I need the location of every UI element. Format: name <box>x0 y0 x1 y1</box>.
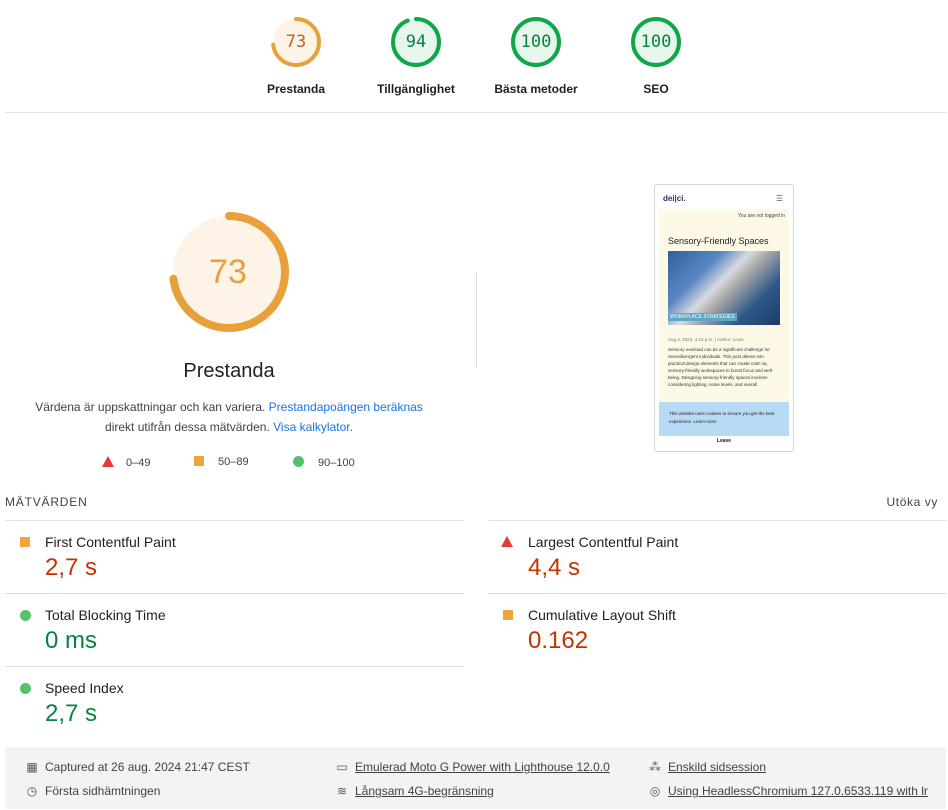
gauge-score: 100 <box>640 32 672 52</box>
gauge-score: 94 <box>405 32 427 52</box>
metric-speed-index[interactable]: Speed Index 2,7 s <box>5 680 464 736</box>
preview-login-status: You are not logged in <box>737 213 785 219</box>
session-text[interactable]: Enskild sidsession <box>668 760 766 774</box>
square-icon <box>20 537 30 547</box>
metrics-divider <box>5 666 464 667</box>
first-load: ◷ Första sidhämtningen <box>25 784 161 798</box>
metric-value: 4,4 s <box>528 554 581 581</box>
metric-name: First Contentful Paint <box>45 534 176 550</box>
performance-score: 73 <box>209 253 247 291</box>
legend-label: 90–100 <box>318 457 355 469</box>
browser-text[interactable]: Using HeadlessChromium 127.0.6533.119 wi… <box>668 784 928 798</box>
metrics-title: MÄTVÄRDEN <box>5 495 88 509</box>
session-icon: ⁂ <box>649 760 661 774</box>
hamburger-icon: ☰ <box>775 194 783 203</box>
preview-leave-button: Leave <box>716 438 732 444</box>
desc-text: Värdena är uppskattningar och kan varier… <box>35 400 269 414</box>
metric-value: 0.162 <box>528 627 589 654</box>
gauge-score: 100 <box>520 32 552 52</box>
legend-fail: 0–49 <box>102 456 150 469</box>
throttle-text[interactable]: Långsam 4G-begränsning <box>355 784 494 798</box>
desc-text: direkt utifrån dessa mätvärden. <box>105 420 274 434</box>
expand-view-toggle[interactable]: Utöka vy <box>887 495 938 509</box>
circle-icon <box>20 683 31 694</box>
metrics-divider <box>5 520 464 521</box>
page-screenshot-preview[interactable]: dei|ci. ☰ You are not logged in Sensory-… <box>654 184 794 452</box>
metrics-divider <box>488 520 946 521</box>
preview-logo: dei|ci. <box>663 194 686 203</box>
performance-title: Prestanda <box>183 360 275 382</box>
runtime-settings-footer: ▦ Captured at 26 aug. 2024 21:47 CEST ◷ Fö… <box>5 747 946 809</box>
triangle-icon <box>102 456 114 467</box>
legend-label: 0–49 <box>126 457 151 469</box>
preview-post-title: Sensory-Friendly Spaces <box>668 236 769 246</box>
gauge-label: SEO <box>643 82 669 96</box>
metric-tbt[interactable]: Total Blocking Time 0 ms <box>5 607 464 663</box>
header-divider <box>5 112 946 113</box>
score-calculation-link[interactable]: Prestandapoängen beräknas <box>269 400 423 414</box>
preview-cookie-banner: This website uses cookies to ensure you … <box>659 402 789 436</box>
gauge-best-practices[interactable]: 100 Bästa metoder <box>476 16 596 96</box>
preview-image-tag: WORKPLACE STRATEGIES <box>668 313 737 321</box>
square-icon <box>503 610 513 620</box>
gauge-label: Tillgänglighet <box>377 82 455 96</box>
gauge-label: Prestanda <box>266 82 326 96</box>
legend-pass: 90–100 <box>293 456 355 469</box>
metric-value: 2,7 s <box>45 700 98 727</box>
metric-value: 2,7 s <box>45 554 98 581</box>
captured-text: Captured at 26 aug. 2024 21:47 CEST <box>45 760 250 774</box>
desc-period: . <box>349 420 353 434</box>
circle-icon <box>293 456 304 467</box>
gauge-label: Bästa metoder <box>494 82 578 96</box>
performance-description: Värdena är uppskattningar och kan varier… <box>30 397 428 437</box>
captured-at: ▦ Captured at 26 aug. 2024 21:47 CEST <box>25 760 250 774</box>
preview-body: You are not logged in Sensory-Friendly S… <box>659 209 789 423</box>
metric-name: Largest Contentful Paint <box>528 534 679 550</box>
metric-value: 0 ms <box>45 627 98 654</box>
device-text[interactable]: Emulerad Moto G Power with Lighthouse 12… <box>355 760 610 774</box>
timer-icon: ◷ <box>26 784 38 798</box>
circle-icon <box>20 610 31 621</box>
network-throttling[interactable]: ≋ Långsam 4G-begränsning <box>335 784 494 798</box>
preview-post-text: Sensory overload can be a significant ch… <box>668 347 774 387</box>
metric-name: Speed Index <box>45 680 124 696</box>
preview-cookie-text: This website uses cookies to ensure you … <box>669 411 775 424</box>
gauge-performance[interactable]: 73 Prestanda <box>236 16 356 96</box>
wifi-icon: ≋ <box>336 784 348 798</box>
calculator-link[interactable]: Visa kalkylator <box>273 420 349 434</box>
preview-header: dei|ci. ☰ <box>655 185 793 211</box>
session-info[interactable]: ⁂ Enskild sidsession <box>648 760 766 774</box>
devices-icon: ▭ <box>336 760 348 774</box>
metric-fcp[interactable]: First Contentful Paint 2,7 s <box>5 534 464 590</box>
metric-cls[interactable]: Cumulative Layout Shift 0.162 <box>488 607 946 663</box>
metrics-divider <box>5 593 464 594</box>
browser-info[interactable]: ◎ Using HeadlessChromium 127.0.6533.119 w… <box>648 784 928 798</box>
gauge-seo[interactable]: 100 SEO <box>596 16 716 96</box>
preview-post-meta: Aug 3, 2024, 3:10 p.m. | Author: Louis <box>668 337 744 342</box>
calendar-icon: ▦ <box>26 760 38 774</box>
device-info[interactable]: ▭ Emulerad Moto G Power with Lighthouse 1… <box>335 760 610 774</box>
square-icon <box>194 456 204 466</box>
vertical-divider <box>476 272 477 368</box>
first-load-text: Första sidhämtningen <box>45 784 161 798</box>
legend-average: 50–89 <box>194 456 249 468</box>
metric-name: Cumulative Layout Shift <box>528 607 676 623</box>
gauge-score: 73 <box>285 32 307 52</box>
legend-label: 50–89 <box>218 456 249 468</box>
metric-lcp[interactable]: Largest Contentful Paint 4,4 s <box>488 534 946 590</box>
triangle-icon <box>501 536 513 547</box>
metrics-divider <box>488 593 946 594</box>
chrome-icon: ◎ <box>649 784 661 798</box>
gauge-accessibility[interactable]: 94 Tillgänglighet <box>356 16 476 96</box>
metric-name: Total Blocking Time <box>45 607 166 623</box>
